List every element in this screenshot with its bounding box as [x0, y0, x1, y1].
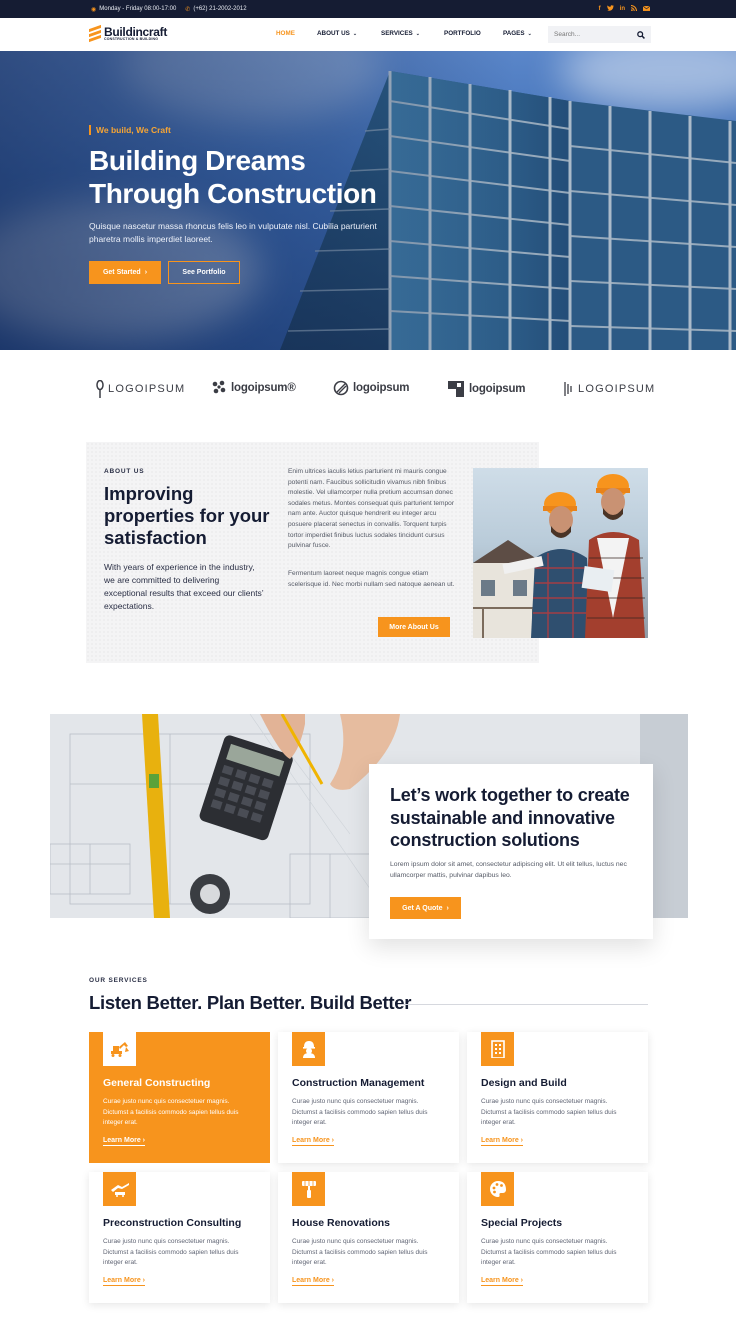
service-card-house-renovations[interactable]: House Renovations Curae justo nunc quis … — [278, 1172, 459, 1303]
linkedin-icon[interactable]: in — [620, 6, 625, 12]
service-description: Curae justo nunc quis consectetuer magni… — [481, 1098, 617, 1126]
service-description: Curae justo nunc quis consectetuer magni… — [292, 1098, 428, 1126]
search-box — [548, 26, 651, 43]
site-logo[interactable]: Buildincraft CONSTRUCTION & BUILDING — [89, 24, 168, 43]
service-card-construction-management[interactable]: Construction Management Curae justo nunc… — [278, 1032, 459, 1163]
logo-mark-icon — [89, 24, 101, 43]
excavator-icon — [103, 1032, 136, 1066]
service-card-design-and-build[interactable]: Design and Build Curae justo nunc quis c… — [467, 1032, 648, 1163]
services-title: Listen Better. Plan Better. Build Better — [89, 992, 412, 1013]
partner-logos: LOGOIPSUM logoipsum® logoipsum logoipsum… — [0, 350, 736, 432]
service-card-preconstruction-consulting[interactable]: Preconstruction Consulting Curae justo n… — [89, 1172, 270, 1303]
social-links: f in — [599, 0, 651, 18]
service-description: Curae justo nunc quis consectetuer magni… — [103, 1098, 239, 1126]
services-divider — [398, 1004, 648, 1005]
partner-logo-2: logoipsum® — [211, 380, 296, 396]
learn-more-link[interactable]: Learn More › — [481, 1277, 524, 1286]
hero-subtitle: Quisque nascetur massa rhoncus felis leo… — [89, 221, 377, 244]
nav-pages[interactable]: Pages ⌄ — [503, 30, 532, 37]
get-a-quote-button[interactable]: Get A Quote › — [390, 897, 461, 919]
see-portfolio-button[interactable]: See Portfolio — [168, 261, 240, 284]
about-section-label: ABOUT US — [104, 468, 145, 475]
search-input[interactable] — [554, 31, 634, 38]
palette-icon — [481, 1172, 514, 1206]
learn-more-link[interactable]: Learn More › — [103, 1137, 146, 1146]
crane-icon — [103, 1172, 136, 1206]
brand-name: Buildincraft — [104, 24, 168, 39]
logo-square-icon — [448, 381, 464, 397]
facebook-icon[interactable]: f — [599, 6, 601, 12]
service-card-general-constructing[interactable]: General Constructing Curae justo nunc qu… — [89, 1032, 270, 1163]
top-info-bar: ◉ Monday - Friday 08:00-17:00 ✆ (+62) 21… — [0, 0, 736, 18]
more-about-us-button[interactable]: More About Us — [378, 617, 450, 637]
logo-dots-icon — [212, 380, 226, 394]
about-body-text-2: Fermentum laoreet neque magnis congue et… — [288, 570, 455, 588]
logo-bars-icon — [564, 382, 572, 396]
cta-title: Let’s work together to create sustainabl… — [390, 785, 630, 850]
service-title: Construction Management — [292, 1077, 425, 1089]
nav-about-us[interactable]: About Us ⌄ — [317, 30, 357, 37]
hero-title: Building Dreams Through Construction — [89, 145, 377, 209]
cta-text: Lorem ipsum dolor sit amet, consectetur … — [390, 861, 627, 879]
main-navbar: Buildincraft CONSTRUCTION & BUILDING Hom… — [0, 18, 736, 51]
learn-more-link[interactable]: Learn More › — [481, 1137, 524, 1146]
service-description: Curae justo nunc quis consectetuer magni… — [481, 1238, 617, 1266]
service-title: Preconstruction Consulting — [103, 1217, 242, 1229]
partner-logo-1: LOGOIPSUM — [96, 380, 185, 398]
nav-home[interactable]: Home — [276, 30, 295, 37]
worker-icon — [292, 1032, 325, 1066]
partner-logo-4: logoipsum — [447, 380, 526, 398]
logo-circle-icon — [333, 380, 349, 396]
learn-more-link[interactable]: Learn More › — [292, 1137, 335, 1146]
brand-tagline: CONSTRUCTION & BUILDING — [104, 36, 159, 41]
chevron-down-icon: ⌄ — [352, 30, 358, 37]
hero-tagline: We build, We Craft — [89, 125, 171, 135]
search-icon[interactable] — [637, 26, 645, 44]
clock-icon: ◉ — [91, 6, 97, 13]
hero-section: We build, We Craft Building Dreams Throu… — [0, 51, 736, 350]
mail-icon[interactable] — [642, 5, 651, 13]
service-title: House Renovations — [292, 1217, 391, 1229]
rss-icon[interactable] — [631, 5, 637, 13]
chevron-down-icon: ⌄ — [415, 30, 420, 37]
phone-icon: ✆ — [185, 6, 191, 13]
logo-pin-icon — [96, 380, 104, 398]
chevron-right-icon: › — [446, 904, 449, 912]
get-started-button[interactable]: Get Started › — [89, 261, 161, 284]
services-section-label: OUR SERVICES — [89, 977, 148, 984]
partner-logo-5: LOGOIPSUM — [564, 380, 655, 398]
about-body-text-1: Enim ultrices iaculis letius parturient … — [288, 468, 455, 550]
building-icon — [481, 1032, 514, 1066]
about-lead-text: With years of experience in the industry… — [104, 562, 264, 611]
chevron-down-icon: ⌄ — [527, 30, 532, 37]
service-title: Design and Build — [481, 1077, 567, 1089]
nav-portfolio[interactable]: Portfolio — [444, 30, 481, 37]
nav-services[interactable]: Services ⌄ — [381, 30, 420, 37]
twitter-icon[interactable] — [606, 5, 614, 13]
service-title: General Constructing — [103, 1077, 211, 1089]
chevron-right-icon: › — [144, 269, 148, 276]
paint-roller-icon — [292, 1172, 325, 1206]
about-title: Improving properties for your satisfacti… — [104, 483, 270, 548]
business-hours: Monday - Friday 08:00-17:00 — [99, 6, 177, 12]
learn-more-link[interactable]: Learn More › — [292, 1277, 335, 1286]
learn-more-link[interactable]: Learn More › — [103, 1277, 146, 1286]
service-description: Curae justo nunc quis consectetuer magni… — [292, 1238, 428, 1266]
cta-card: Let’s work together to create sustainabl… — [369, 764, 653, 939]
workers-photo — [473, 468, 648, 638]
service-description: Curae justo nunc quis consectetuer magni… — [103, 1238, 239, 1266]
partner-logo-3: logoipsum — [333, 380, 410, 396]
phone-number[interactable]: (+62) 21-2002-2012 — [193, 6, 246, 12]
service-title: Special Projects — [481, 1217, 563, 1229]
service-card-special-projects[interactable]: Special Projects Curae justo nunc quis c… — [467, 1172, 648, 1303]
